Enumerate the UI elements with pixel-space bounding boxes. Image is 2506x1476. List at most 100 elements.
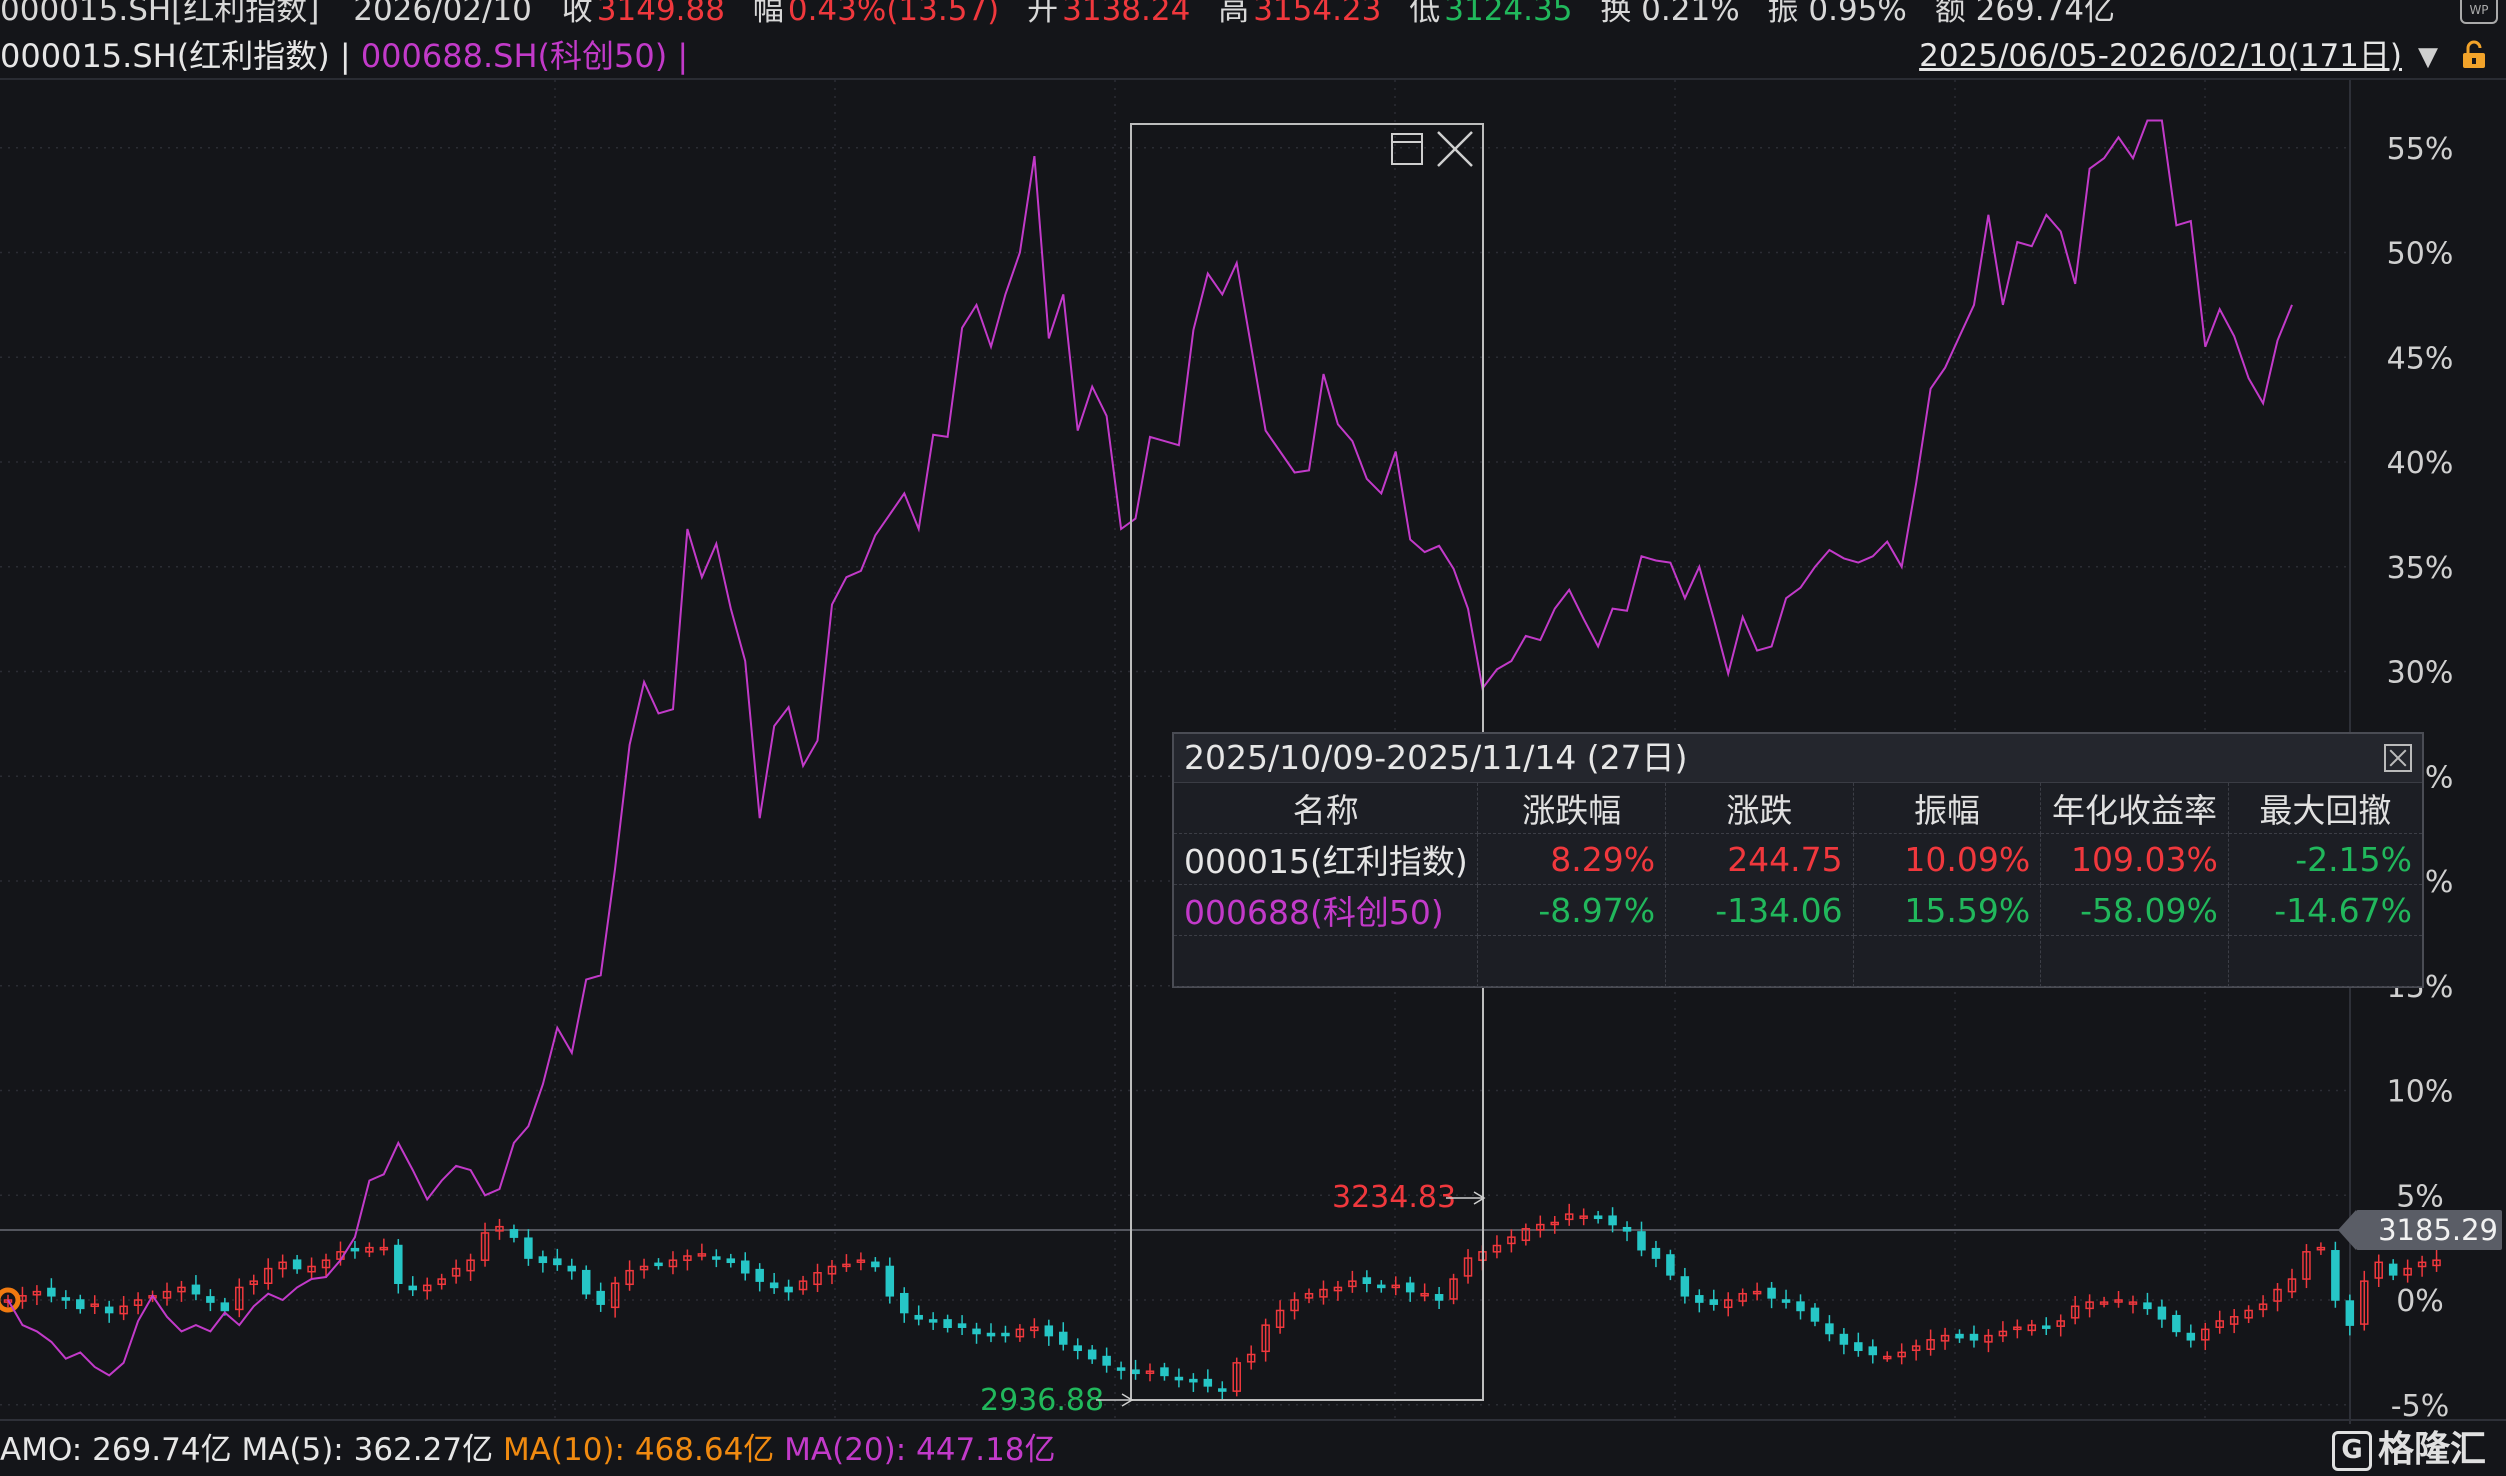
close-icon[interactable] <box>2384 744 2412 772</box>
candle-body <box>1796 1301 1805 1312</box>
maximize-icon <box>1391 133 1423 165</box>
candle <box>2114 1290 2123 1308</box>
candle <box>1536 1215 1545 1238</box>
candle <box>625 1260 634 1291</box>
stats-row[interactable]: 000688(科创50) -8.97% -134.06 15.59% -58.0… <box>1174 884 2422 936</box>
candle-body <box>191 1284 201 1295</box>
candle <box>422 1277 432 1300</box>
candle-body <box>76 1299 85 1310</box>
candle-body <box>1695 1295 1704 1303</box>
candle-body <box>1651 1247 1661 1259</box>
change-label: 幅 <box>752 0 784 28</box>
candle <box>162 1282 172 1306</box>
candle-body <box>871 1261 880 1268</box>
candle <box>2273 1283 2282 1312</box>
row-name: 000688(科创50) <box>1174 884 1479 936</box>
candle-body <box>1189 1378 1198 1383</box>
candle <box>1651 1240 1661 1268</box>
candle <box>2172 1310 2181 1337</box>
candle-body <box>206 1296 215 1303</box>
candle <box>307 1257 316 1280</box>
dropdown-arrow-icon[interactable]: ▼ <box>2418 42 2438 72</box>
candle <box>1275 1300 1285 1334</box>
candle <box>2374 1254 2383 1288</box>
candle <box>90 1295 99 1315</box>
candle <box>639 1258 649 1279</box>
candle <box>1911 1339 1921 1361</box>
quote-date: 2026/02/10 <box>353 0 532 28</box>
candle-body <box>2042 1325 2051 1329</box>
candle <box>784 1279 793 1301</box>
candle-body <box>2186 1332 2196 1341</box>
legend-series-1[interactable]: 000015.SH(红利指数) | <box>0 37 351 75</box>
y-tick-label: 35% <box>2387 551 2454 586</box>
candle <box>1203 1369 1213 1393</box>
candle <box>2099 1296 2109 1308</box>
date-range-selector[interactable]: 2025/06/05-2026/02/10(171日) <box>1919 34 2402 78</box>
candle <box>2215 1310 2224 1334</box>
legend-series-2[interactable]: 000688.SH(科创50) | <box>361 37 688 75</box>
candle-body <box>553 1258 562 1266</box>
candle <box>1637 1221 1646 1257</box>
candle <box>466 1253 475 1281</box>
candle <box>1695 1289 1704 1313</box>
amount-value: 额 269.74亿 <box>1934 0 2116 28</box>
candle-body <box>986 1332 996 1337</box>
row-annual-return: -58.09% <box>2040 884 2229 936</box>
candle-body <box>1160 1367 1169 1377</box>
candle-body <box>1203 1378 1213 1387</box>
candle <box>1882 1351 1892 1362</box>
candle <box>206 1289 215 1312</box>
candle <box>1246 1345 1256 1370</box>
volume-legend: AMO: 269.74亿 MA(5): 362.27亿 MA(10): 468.… <box>0 1424 2340 1476</box>
candle <box>769 1272 779 1294</box>
low-price-label: 2936.88 <box>980 1383 1104 1418</box>
candle-body <box>524 1237 533 1259</box>
candle <box>1666 1249 1675 1281</box>
y-tick-label: 0% <box>2396 1284 2444 1319</box>
candle <box>1940 1327 1950 1350</box>
candle-body <box>1969 1333 1979 1341</box>
candle <box>1377 1280 1386 1293</box>
candle <box>2258 1295 2268 1318</box>
candle <box>1044 1319 1054 1346</box>
candle <box>1781 1289 1791 1309</box>
candle <box>104 1300 114 1323</box>
candle-body <box>1767 1287 1776 1299</box>
candle-body <box>1839 1333 1849 1345</box>
candle-body <box>61 1297 71 1301</box>
lock-icon[interactable] <box>2460 40 2488 70</box>
candle <box>1073 1338 1082 1360</box>
candle-body <box>1810 1307 1820 1322</box>
candle <box>191 1275 201 1301</box>
row-change-pct: 8.29% <box>1477 833 1667 885</box>
candle <box>2027 1319 2037 1336</box>
candle-body <box>581 1269 591 1295</box>
candle-body <box>2172 1314 2181 1333</box>
stats-row[interactable]: 000015(红利指数) 8.29% 244.75 10.09% 109.03%… <box>1174 833 2422 885</box>
candle <box>2056 1314 2065 1337</box>
candle-body <box>654 1262 663 1267</box>
ma5-value: MA(5): 362.27亿 <box>241 1432 494 1468</box>
wp-icon[interactable]: WP <box>2460 0 2498 24</box>
candle <box>1290 1292 1299 1320</box>
candle <box>1839 1328 1849 1355</box>
candle <box>1059 1322 1068 1351</box>
candle-body <box>2345 1300 2355 1326</box>
candle <box>1521 1223 1531 1246</box>
candle <box>1608 1207 1617 1233</box>
candle <box>1926 1329 1935 1356</box>
candle <box>1087 1345 1097 1364</box>
candle <box>1579 1208 1588 1226</box>
candle <box>61 1290 71 1310</box>
candle <box>712 1249 721 1268</box>
candle-body <box>394 1244 403 1284</box>
candle-body <box>914 1314 923 1320</box>
candle <box>1449 1273 1458 1305</box>
candle <box>1333 1280 1343 1301</box>
candle <box>972 1322 981 1344</box>
candle <box>986 1323 996 1343</box>
candle <box>2302 1244 2311 1289</box>
candle-body <box>1709 1299 1719 1305</box>
candle <box>263 1258 273 1290</box>
